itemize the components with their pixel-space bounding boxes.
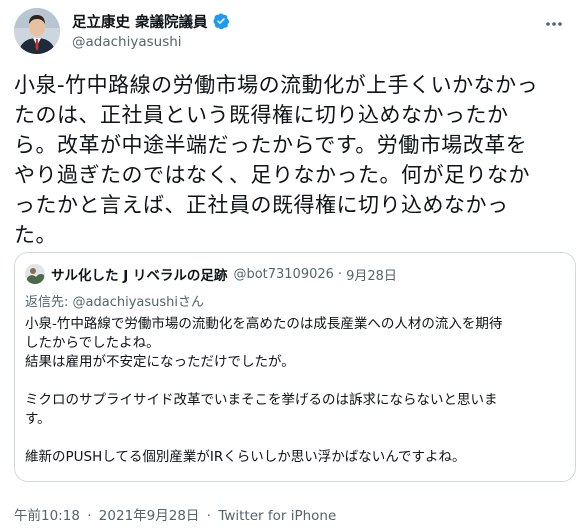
footer-separator: · bbox=[87, 508, 92, 524]
quoted-text-line: 小泉-竹中路線で労働市場の流動化を高めたのは成長産業への人材の流入を期待 bbox=[25, 316, 503, 332]
author-avatar[interactable] bbox=[14, 8, 60, 54]
tweet-footer: 午前10:18 · 2021年9月28日 · Twitter for iPhon… bbox=[14, 504, 336, 524]
tweet-text-line: やり過ぎたのではなく、足りなかった。何が足りなか bbox=[14, 163, 530, 187]
quoted-tweet-card[interactable]: サル化した J リベラルの足跡 @bot73109026 · 9月28日 返信先… bbox=[14, 252, 576, 482]
quoted-tweet-text: 小泉-竹中路線で労働市場の流動化を高めたのは成長産業への人材の流入を期待 したか… bbox=[25, 315, 565, 467]
quoted-text-line: す。 bbox=[25, 411, 51, 427]
quoted-text-line: ミクロのサプライサイド改革でいまそこを挙げるのは訴求にならないと思いま bbox=[25, 392, 498, 408]
quoted-author-name[interactable]: サル化した J リベラルの足跡 bbox=[51, 264, 227, 284]
author-display-name[interactable]: 足立康史 衆議院議員 bbox=[72, 11, 208, 32]
author-handle[interactable]: @adachiyasushi bbox=[72, 34, 230, 50]
tweet-date[interactable]: 2021年9月28日 bbox=[99, 508, 200, 524]
reply-prefix: 返信先: bbox=[25, 295, 73, 310]
tweet-text-line: ったかと言えば、正社員の既得権に切り込めなかっ bbox=[14, 193, 509, 217]
quoted-tweet-header: サル化した J リベラルの足跡 @bot73109026 · 9月28日 bbox=[25, 263, 397, 285]
tweet: 足立康史 衆議院議員 @adachiyasushi 小泉-竹中路線の労働市場の流… bbox=[0, 0, 588, 532]
tweet-text-line: たのは、正社員という既得権に切り込めなかったか bbox=[14, 103, 509, 127]
tweet-header: 足立康史 衆議院議員 @adachiyasushi bbox=[14, 8, 574, 56]
quoted-reply-to: 返信先: @adachiyasushiさん bbox=[25, 291, 204, 310]
more-options-icon[interactable] bbox=[540, 10, 568, 38]
tweet-time[interactable]: 午前10:18 bbox=[14, 508, 80, 524]
quoted-text-line bbox=[25, 429, 565, 448]
tweet-text-line: 小泉-竹中路線の労働市場の流動化が上手くいかなかっ bbox=[14, 73, 539, 97]
quoted-text-line: 結果は雇用が不安定になっただけでしたが。 bbox=[25, 354, 295, 370]
footer-separator: · bbox=[206, 508, 212, 524]
author-names: 足立康史 衆議院議員 @adachiyasushi bbox=[72, 11, 230, 50]
quoted-text-line: 維新のPUSHしてる個別産業がIRくらいしか思い浮かばないんですよね。 bbox=[25, 449, 466, 465]
quoted-text-line: したからでしたよね。 bbox=[25, 335, 160, 351]
tweet-source[interactable]: Twitter for iPhone bbox=[218, 508, 336, 524]
tweet-text-line: ら。改革が中途半端だったからです。労働市場改革を bbox=[14, 133, 528, 157]
quoted-author-avatar bbox=[25, 264, 45, 284]
reply-suffix: さん bbox=[178, 295, 205, 310]
author-name-row: 足立康史 衆議院議員 bbox=[72, 11, 230, 31]
quoted-meta-separator: · bbox=[337, 266, 343, 282]
quoted-date[interactable]: 9月28日 bbox=[346, 265, 397, 284]
verified-badge-icon bbox=[212, 12, 230, 30]
quoted-author-handle[interactable]: @bot73109026 bbox=[233, 267, 333, 282]
tweet-text-line: た。 bbox=[14, 223, 57, 247]
quoted-text-line bbox=[25, 372, 565, 391]
reply-mention[interactable]: @adachiyasushi bbox=[73, 295, 178, 310]
tweet-text: 小泉-竹中路線の労働市場の流動化が上手くいかなかっ たのは、正社員という既得権に… bbox=[14, 70, 574, 250]
